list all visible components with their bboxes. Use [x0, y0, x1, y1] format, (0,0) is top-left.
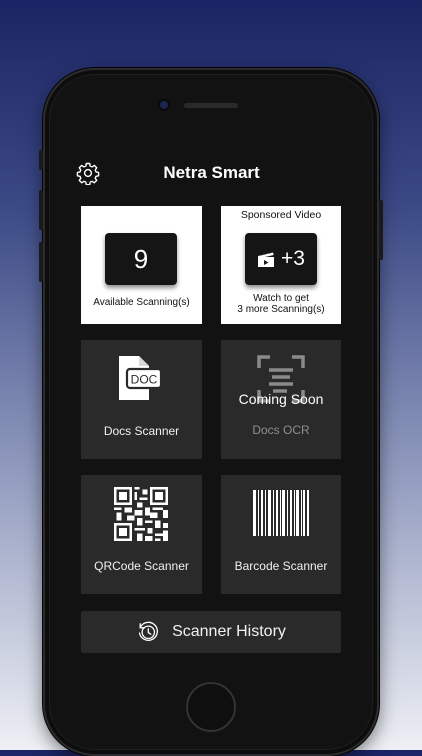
- sponsored-video-card[interactable]: Sponsored Video +3 Watch to get 3 more S…: [221, 206, 341, 324]
- available-scanning-card: 9 Available Scanning(s): [81, 206, 202, 324]
- scan-count-value: 9: [105, 233, 177, 285]
- clapperboard-icon: [257, 250, 275, 268]
- app-screen: Netra Smart 9 Available Scanning(s) Spon…: [62, 141, 361, 671]
- watch-caption-line2: 3 more Scanning(s): [237, 304, 325, 315]
- qrcode-scanner-tile[interactable]: QRCode Scanner: [81, 475, 202, 594]
- watch-caption-line1: Watch to get: [253, 293, 309, 304]
- app-title: Netra Smart: [163, 163, 260, 182]
- qrcode-scanner-label: QRCode Scanner: [94, 559, 189, 573]
- coming-soon-overlay: Coming Soon: [238, 391, 324, 407]
- watch-video-button[interactable]: +3: [245, 233, 317, 285]
- docs-scanner-label: Docs Scanner: [103, 424, 180, 438]
- volume-down-button: [39, 242, 43, 282]
- scanner-history-button[interactable]: Scanner History: [81, 611, 341, 653]
- front-camera: [160, 101, 168, 109]
- barcode-scanner-tile[interactable]: Barcode Scanner: [221, 475, 341, 594]
- available-scanning-label: Available Scanning(s): [93, 297, 190, 308]
- docs-ocr-tile: Coming Soon Docs OCR: [221, 340, 341, 459]
- home-button[interactable]: [186, 682, 236, 732]
- earpiece-speaker: [184, 103, 238, 108]
- scanner-history-label: Scanner History: [172, 623, 286, 640]
- history-icon: [136, 620, 160, 644]
- docs-ocr-label: Docs OCR: [252, 423, 310, 437]
- silent-switch: [39, 150, 43, 170]
- volume-up-button: [39, 190, 43, 230]
- barcode-icon: [253, 490, 309, 536]
- qr-code-icon: [114, 487, 168, 541]
- power-button: [379, 200, 383, 260]
- doc-icon: DOC: [115, 354, 165, 402]
- barcode-scanner-label: Barcode Scanner: [234, 559, 328, 573]
- sponsored-video-header: Sponsored Video: [240, 209, 322, 221]
- doc-icon-text: DOC: [131, 373, 158, 387]
- bonus-scans-label: +3: [281, 247, 305, 270]
- docs-scanner-tile[interactable]: DOC Docs Scanner: [81, 340, 202, 459]
